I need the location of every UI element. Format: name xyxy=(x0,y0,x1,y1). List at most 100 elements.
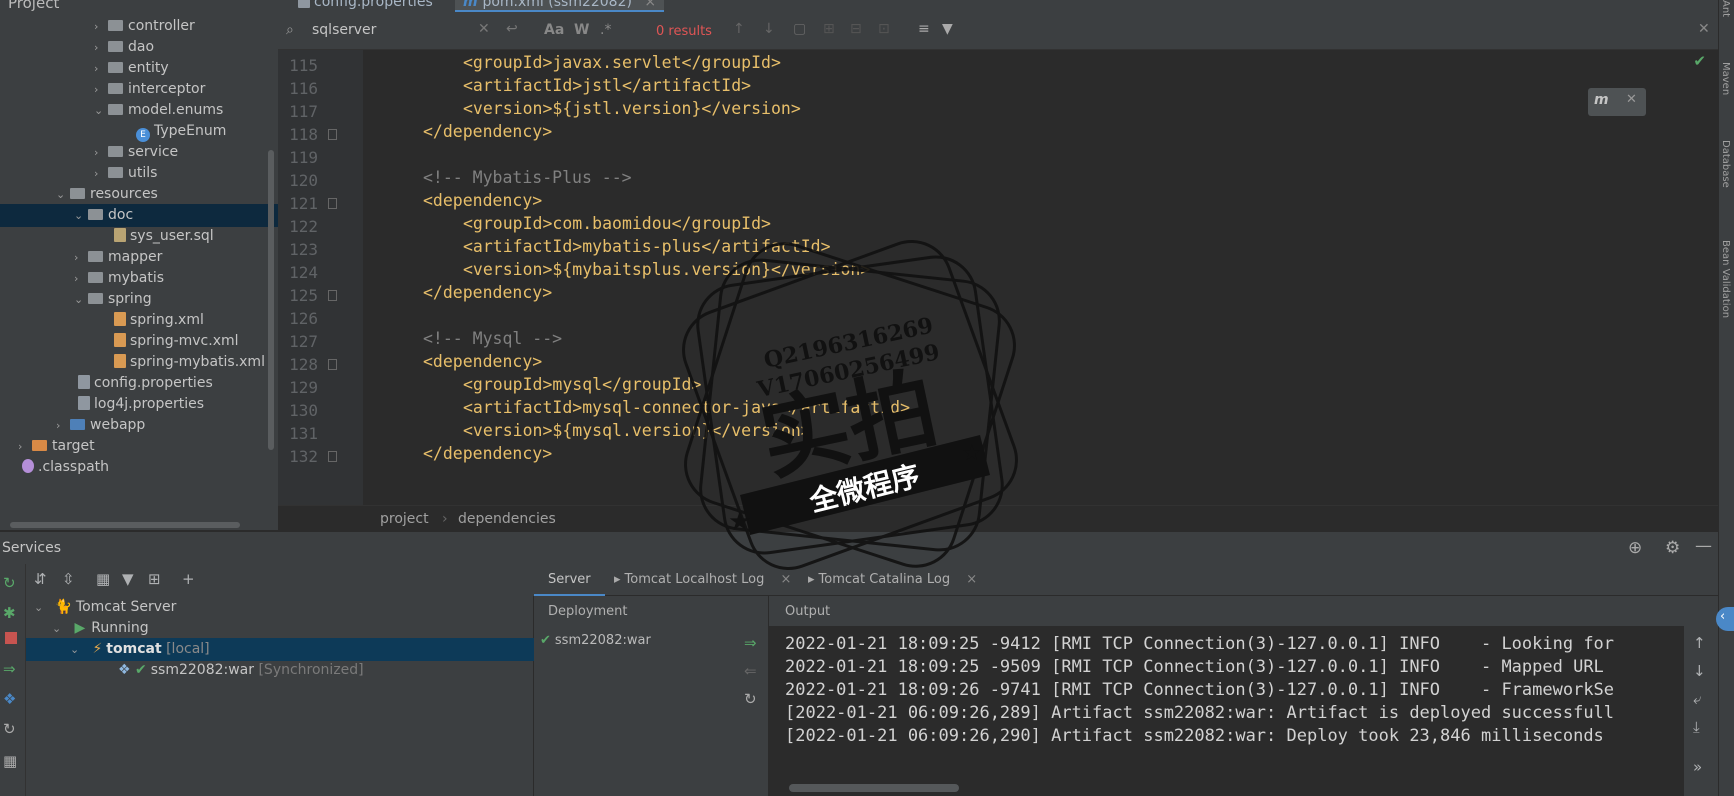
tab-config-properties[interactable]: config.properties xyxy=(294,0,433,12)
chevron-right-icon[interactable]: › xyxy=(94,141,104,164)
project-hscrollbar[interactable] xyxy=(10,522,240,528)
stop-icon[interactable] xyxy=(5,632,17,644)
update-icon[interactable]: ❖ xyxy=(3,690,16,708)
project-tree-item[interactable]: › mapper xyxy=(0,246,278,269)
filter-icon[interactable]: ▼ xyxy=(122,570,134,588)
remove-selection-icon[interactable]: ⊟ xyxy=(850,21,862,37)
tab-pom-xml[interactable]: m pom.xml (ssm22082) × xyxy=(455,0,665,12)
new-line-icon[interactable]: ↩ xyxy=(506,21,518,37)
project-tree-item[interactable]: spring-mvc.xml xyxy=(0,330,278,353)
deploy-icon[interactable]: ⇒ xyxy=(3,660,16,678)
project-tree-item[interactable]: › webapp xyxy=(0,414,278,437)
bean-validation-tool-tab[interactable]: Bean Validation xyxy=(1720,240,1731,318)
fold-marker-icon[interactable] xyxy=(328,451,337,462)
fold-marker-icon[interactable] xyxy=(328,359,337,370)
project-tree-item[interactable]: › target xyxy=(0,435,278,458)
chevron-right-icon[interactable]: › xyxy=(94,78,104,101)
gear-icon[interactable]: ⚙ xyxy=(1665,538,1680,558)
chevron-right-icon[interactable]: › xyxy=(94,162,104,185)
chevron-right-icon[interactable]: › xyxy=(56,414,66,437)
project-panel-title[interactable]: Project xyxy=(8,0,59,12)
no-problems-check-icon[interactable]: ✔ xyxy=(1693,52,1706,70)
services-tree-tomcat-local[interactable]: ⌄ ⚡ tomcat [local] xyxy=(26,638,534,661)
project-tree-item[interactable]: › utils xyxy=(0,162,278,185)
scroll-down-icon[interactable]: ↓ xyxy=(1693,662,1706,680)
chevron-down-icon[interactable]: ⌄ xyxy=(56,183,66,206)
group-by-icon[interactable]: ▦ xyxy=(96,570,110,588)
words-toggle[interactable]: W xyxy=(574,22,589,38)
project-tree-item[interactable]: spring-mybatis.xml xyxy=(0,351,278,374)
select-all-occurrences-icon[interactable]: ▢ xyxy=(793,21,806,37)
maven-reload-icon[interactable]: m xyxy=(1594,92,1609,108)
fold-marker-icon[interactable] xyxy=(328,129,337,140)
project-tree-item[interactable]: › controller xyxy=(0,15,278,38)
search-input[interactable]: sqlserver xyxy=(312,22,376,38)
close-search-icon[interactable]: ✕ xyxy=(1698,21,1710,37)
side-collapse-button[interactable]: ‹ xyxy=(1716,607,1734,631)
project-tree-item[interactable]: ⌄ model.enums xyxy=(0,99,278,122)
project-tree-item[interactable]: ⌄ spring xyxy=(0,288,278,311)
rerun-icon[interactable]: ↻ xyxy=(3,574,16,592)
project-tree-item[interactable]: sys_user.sql xyxy=(0,225,278,248)
scroll-up-icon[interactable]: ↑ xyxy=(1693,634,1706,652)
ant-tool-tab[interactable]: Ant xyxy=(1720,0,1731,17)
chevron-down-icon[interactable]: ⌄ xyxy=(70,638,80,661)
debug-icon[interactable]: ✱ xyxy=(3,604,16,622)
add-selection-icon[interactable]: ⊞ xyxy=(823,21,835,37)
multi-select-icon[interactable]: ⊡ xyxy=(878,21,890,37)
breadcrumb-project[interactable]: project xyxy=(380,506,429,532)
tab-close-icon[interactable]: × xyxy=(780,572,791,587)
project-tree-item[interactable]: spring.xml xyxy=(0,309,278,332)
code-editor[interactable]: <groupId>javax.servlet</groupId> <artifac… xyxy=(363,50,1718,505)
project-tree-item[interactable]: .classpath xyxy=(0,456,278,479)
chevron-right-icon[interactable]: › xyxy=(94,36,104,59)
new-tab-icon[interactable]: ⊞ xyxy=(148,570,161,588)
hide-panel-icon[interactable]: — xyxy=(1695,536,1712,556)
services-tree-tomcat-server[interactable]: ⌄ 🐈 Tomcat Server xyxy=(26,596,534,619)
regex-toggle[interactable]: .* xyxy=(600,22,611,38)
refresh-icon[interactable]: ↻ xyxy=(3,720,16,738)
maven-popup-close-icon[interactable]: ✕ xyxy=(1626,92,1637,107)
fold-marker-icon[interactable] xyxy=(328,290,337,301)
chevron-right-icon[interactable]: › xyxy=(18,435,28,458)
match-case-toggle[interactable]: Aa xyxy=(544,22,564,38)
chevron-down-icon[interactable]: ⌄ xyxy=(34,596,44,619)
expand-all-icon[interactable]: ⇵ xyxy=(34,570,47,588)
project-tree-item[interactable]: › interceptor xyxy=(0,78,278,101)
search-icon[interactable]: ⌕ xyxy=(286,22,294,38)
database-tool-tab[interactable]: Database xyxy=(1720,140,1731,188)
chevron-down-icon[interactable]: ⌄ xyxy=(52,617,62,640)
fold-marker-icon[interactable] xyxy=(328,198,337,209)
maven-tool-tab[interactable]: Maven xyxy=(1720,62,1731,95)
undeploy-icon[interactable]: ⇐ xyxy=(744,662,757,680)
chevron-down-icon[interactable]: ⌄ xyxy=(74,204,84,227)
tab-close-icon[interactable]: × xyxy=(966,572,977,587)
crosshair-icon[interactable]: ⊕ xyxy=(1628,538,1642,558)
refresh-icon[interactable]: ↻ xyxy=(744,690,757,708)
maven-reload-popup[interactable]: m ✕ xyxy=(1588,88,1646,116)
project-tree-item[interactable]: › entity xyxy=(0,57,278,80)
chevron-right-icon[interactable]: › xyxy=(94,57,104,80)
scroll-to-end-icon[interactable]: ⤓ xyxy=(1693,718,1700,736)
next-occurrence-icon[interactable]: ↓ xyxy=(763,21,775,37)
output-panel[interactable]: 2022-01-21 18:09:25 -9412 [RMI TCP Conne… xyxy=(769,596,1718,796)
project-scrollbar[interactable] xyxy=(268,150,274,450)
project-tree-item[interactable]: E TypeEnum xyxy=(0,120,278,143)
filter-icon[interactable]: ▼ xyxy=(942,21,953,37)
output-hscrollbar[interactable] xyxy=(789,784,959,792)
project-tree-item[interactable]: ⌄ doc xyxy=(0,204,278,227)
previous-occurrence-icon[interactable]: ↑ xyxy=(733,21,745,37)
collapse-all-icon[interactable]: ⇳ xyxy=(62,570,75,588)
soft-wrap-icon[interactable]: ⤶ xyxy=(1693,690,1701,708)
project-tree-item[interactable]: › service xyxy=(0,141,278,164)
services-tree-running[interactable]: ⌄ ▶ Running xyxy=(26,617,534,640)
chevron-right-icon[interactable]: › xyxy=(74,246,84,269)
breadcrumb-dependencies[interactable]: dependencies xyxy=(458,506,556,532)
project-tree-item[interactable]: log4j.properties xyxy=(0,393,278,416)
project-tree-item[interactable]: config.properties xyxy=(0,372,278,395)
layout-icon[interactable]: ▦ xyxy=(3,752,17,770)
add-service-icon[interactable]: + xyxy=(182,570,195,588)
deployment-item[interactable]: ✔ ssm22082:war xyxy=(534,629,734,653)
chevron-right-icon[interactable]: › xyxy=(74,267,84,290)
chevron-right-icon[interactable]: › xyxy=(94,15,104,38)
